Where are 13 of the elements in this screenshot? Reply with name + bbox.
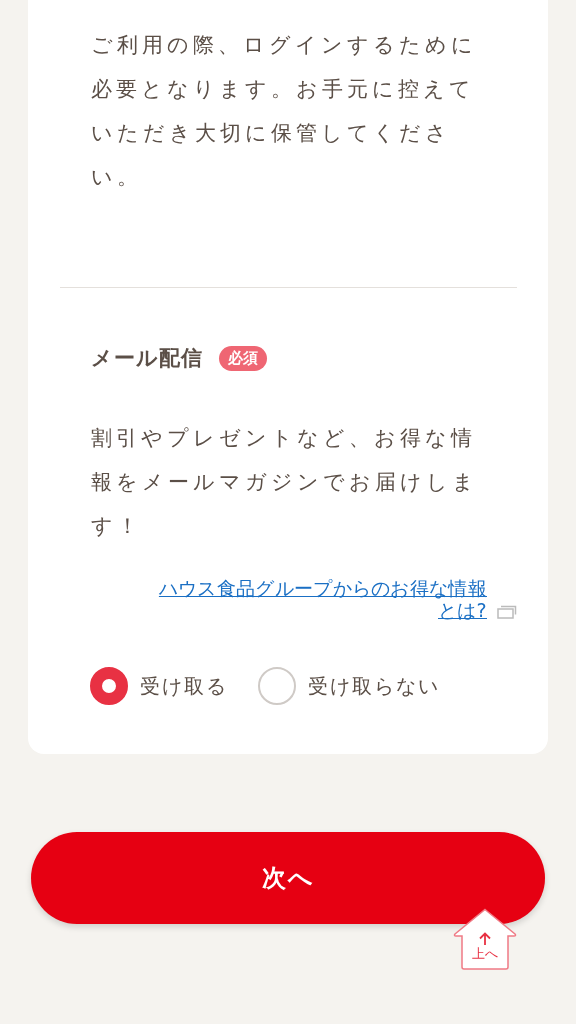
radio-button[interactable] bbox=[258, 667, 296, 705]
radio-option[interactable]: 受け取る bbox=[90, 667, 228, 705]
required-badge: 必須 bbox=[219, 345, 267, 371]
radio-option[interactable]: 受け取らない bbox=[258, 667, 440, 705]
radio-button[interactable] bbox=[90, 667, 128, 705]
section-title: メール配信 bbox=[91, 345, 203, 372]
arrow-up-icon bbox=[479, 932, 491, 946]
next-button[interactable]: 次へ bbox=[31, 832, 545, 924]
password-note: ご利用の際、ログインするために必要となります。お手元に控えていただき大切に保管してください。 bbox=[91, 32, 478, 191]
external-window-icon bbox=[497, 605, 517, 619]
info-link[interactable]: ハウス食品グループからのお得な情報とは? bbox=[140, 577, 487, 621]
back-to-top-button[interactable]: 上へ bbox=[452, 908, 518, 970]
section-description: 割引やプレゼントなど、お得な情報をメールマガジンでお届けします！ bbox=[91, 425, 479, 540]
